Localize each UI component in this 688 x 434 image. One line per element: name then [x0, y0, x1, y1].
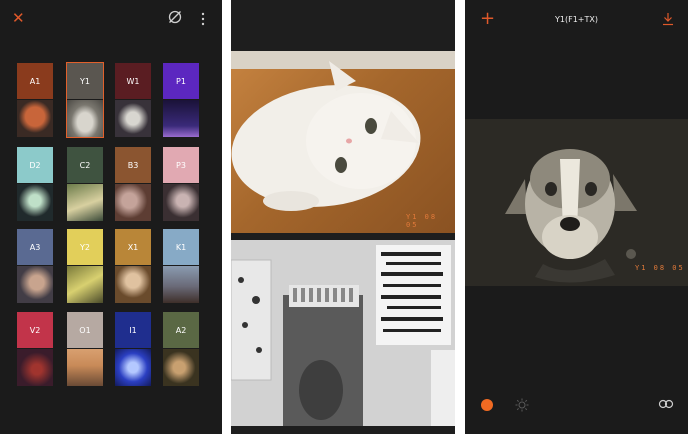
filter-thumbnail — [17, 266, 53, 303]
brightness-icon[interactable] — [515, 398, 529, 412]
more-options-icon[interactable] — [200, 12, 206, 26]
filter-tile-a2[interactable]: A2 — [163, 312, 199, 386]
filter-thumbnail — [67, 100, 103, 137]
filter-swatch: O1 — [67, 312, 103, 348]
filter-swatch: P1 — [163, 63, 199, 99]
filter-thumbnail — [67, 349, 103, 386]
filter-tile-p1[interactable]: P1 — [163, 63, 199, 137]
download-icon[interactable] — [662, 12, 674, 26]
close-icon[interactable]: ✕ — [12, 10, 25, 26]
matchboxes-illustration — [231, 240, 455, 426]
filter-thumbnail — [67, 266, 103, 303]
filter-thumbnail — [163, 184, 199, 221]
filter-tile-b3[interactable]: B3 — [115, 147, 151, 221]
no-filter-icon[interactable] — [168, 10, 182, 24]
filter-swatch: Y2 — [67, 229, 103, 265]
filter-thumbnail — [17, 349, 53, 386]
filter-swatch: K1 — [163, 229, 199, 265]
date-stamp: Y1 08 05 — [406, 213, 438, 229]
filter-tile-p3[interactable]: P3 — [163, 147, 199, 221]
filter-thumbnail — [163, 100, 199, 137]
link-icon[interactable] — [658, 399, 674, 409]
filter-tile-w1[interactable]: W1 — [115, 63, 151, 137]
filter-tile-o1[interactable]: O1 — [67, 312, 103, 386]
editor-screen: + Y1(F1+TX) Y1 08 05 — [465, 0, 688, 434]
filter-swatch: P3 — [163, 147, 199, 183]
filter-swatch: A2 — [163, 312, 199, 348]
filter-tile-y1[interactable]: Y1 — [66, 62, 104, 138]
dog-illustration — [465, 119, 688, 286]
filter-swatch: Y1 — [67, 63, 103, 99]
filter-thumbnail — [115, 266, 151, 303]
filter-swatch: C2 — [67, 147, 103, 183]
filter-tile-k1[interactable]: K1 — [163, 229, 199, 303]
color-dot-button[interactable] — [481, 399, 493, 411]
filter-swatch: D2 — [17, 147, 53, 183]
filter-tile-a1[interactable]: A1 — [17, 63, 53, 137]
filter-picker-screen: ✕ A1 Y1 W1 P1 D2 C2 B3 P3 A3 Y2 X1 K1 V2… — [0, 0, 222, 434]
filter-thumbnail — [67, 184, 103, 221]
filter-swatch: X1 — [115, 229, 151, 265]
filter-thumbnail — [163, 266, 199, 303]
photo-matchboxes[interactable] — [231, 240, 455, 426]
editor-photo-dog[interactable]: Y1 08 05 — [465, 119, 688, 286]
photo-cat[interactable]: Y1 08 05 — [231, 51, 455, 233]
filter-tile-v2[interactable]: V2 — [17, 312, 53, 386]
filter-swatch: A1 — [17, 63, 53, 99]
filter-swatch: A3 — [17, 229, 53, 265]
filter-title: Y1(F1+TX) — [555, 15, 598, 24]
gallery-screen: Y1 08 05 — [231, 0, 455, 434]
filter-swatch: I1 — [115, 312, 151, 348]
filter-tile-a3[interactable]: A3 — [17, 229, 53, 303]
filter-tile-x1[interactable]: X1 — [115, 229, 151, 303]
filter-thumbnail — [163, 349, 199, 386]
filter-swatch: W1 — [115, 63, 151, 99]
filter-swatch: V2 — [17, 312, 53, 348]
filter-thumbnail — [115, 184, 151, 221]
filter-thumbnail — [115, 349, 151, 386]
filter-thumbnail — [17, 184, 53, 221]
cat-illustration — [231, 61, 421, 211]
date-stamp: Y1 08 05 — [635, 264, 685, 272]
filter-thumbnail — [115, 100, 151, 137]
filter-tile-i1[interactable]: I1 — [115, 312, 151, 386]
filter-swatch: B3 — [115, 147, 151, 183]
filter-tile-y2[interactable]: Y2 — [67, 229, 103, 303]
filter-thumbnail — [17, 100, 53, 137]
filter-tile-d2[interactable]: D2 — [17, 147, 53, 221]
filter-tile-c2[interactable]: C2 — [67, 147, 103, 221]
